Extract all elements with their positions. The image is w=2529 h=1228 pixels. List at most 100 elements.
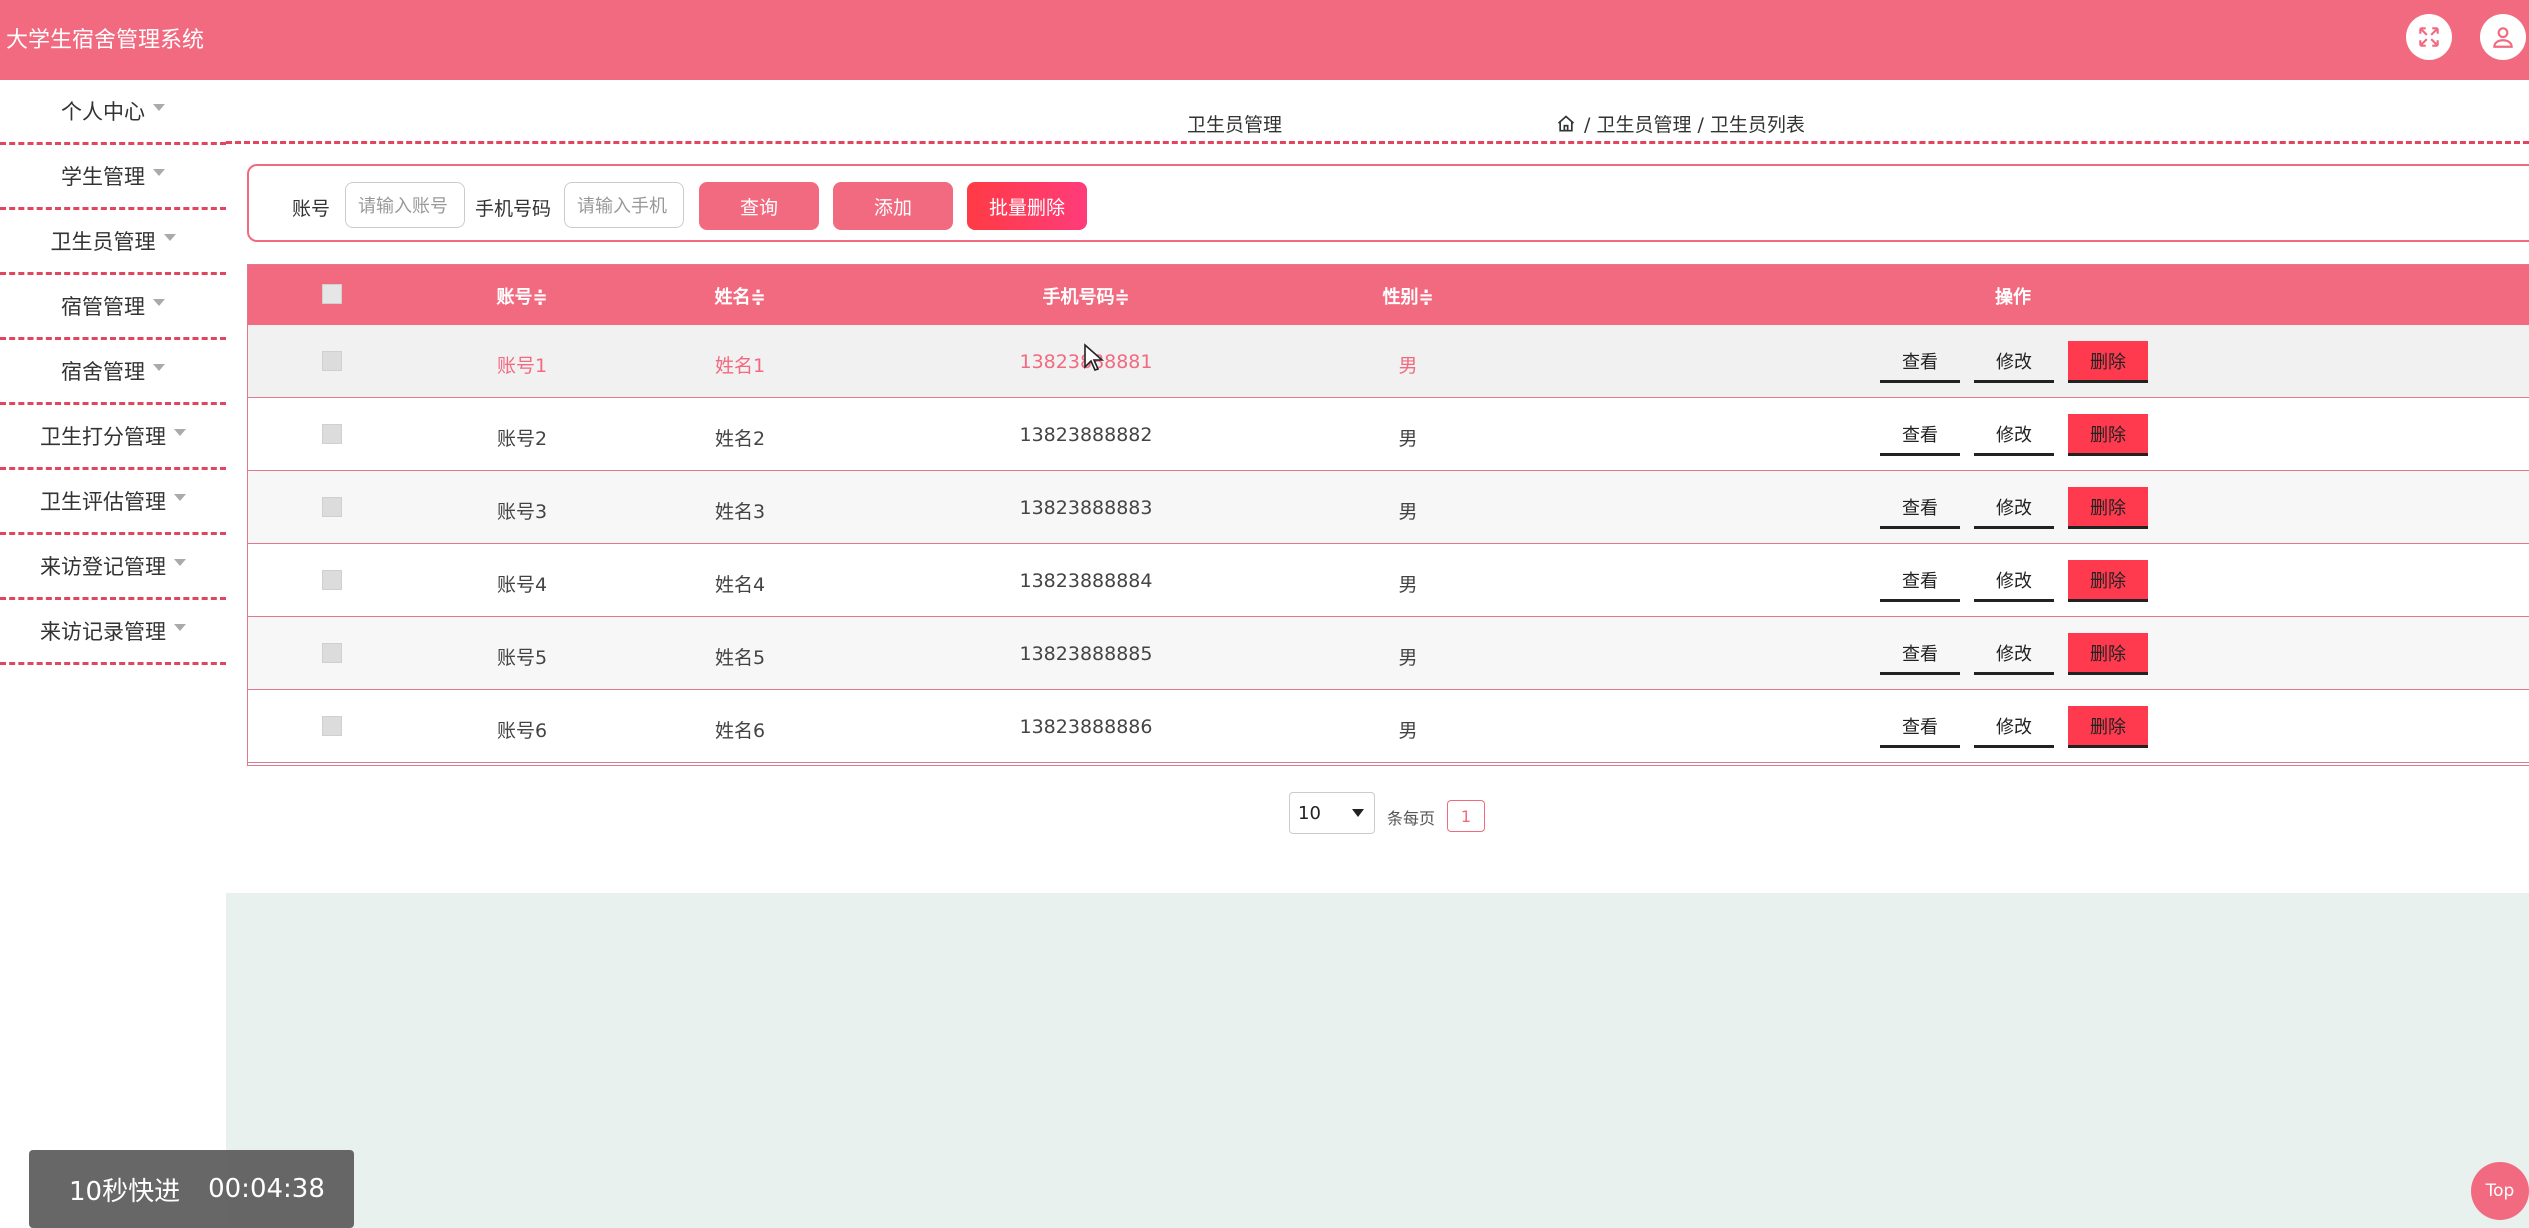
search-form: 账号 请输入账号 手机号码 请输入手机 查询 添加 批量删除 bbox=[247, 164, 2529, 242]
table-row[interactable]: 账号1 姓名1 13823888881 男 查看 修改 删除 bbox=[248, 325, 2529, 398]
cell-account: 账号1 bbox=[496, 355, 548, 377]
add-button[interactable]: 添加 bbox=[833, 182, 953, 230]
page-title: 卫生员管理 bbox=[1187, 114, 1283, 136]
table-row[interactable]: 账号4 姓名4 13823888884 男 查看 修改 删除 bbox=[248, 544, 2529, 617]
chevron-down-icon bbox=[1352, 809, 1364, 817]
edit-button[interactable]: 修改 bbox=[1974, 706, 2054, 748]
edit-button[interactable]: 修改 bbox=[1974, 414, 2054, 456]
cell-name: 姓名5 bbox=[714, 647, 766, 669]
row-checkbox[interactable] bbox=[322, 497, 342, 517]
edit-button[interactable]: 修改 bbox=[1974, 341, 2054, 383]
phone-input[interactable]: 请输入手机 bbox=[564, 182, 684, 228]
edit-button[interactable]: 修改 bbox=[1974, 560, 2054, 602]
cell-account: 账号5 bbox=[496, 647, 548, 669]
cell-gender: 男 bbox=[1398, 574, 1418, 596]
sidebar-item-label: 来访记录管理 bbox=[40, 620, 166, 644]
cell-phone: 13823888884 bbox=[1019, 570, 1153, 592]
sidebar-item-label: 学生管理 bbox=[61, 165, 145, 189]
view-button[interactable]: 查看 bbox=[1880, 706, 1960, 748]
row-checkbox[interactable] bbox=[322, 424, 342, 444]
delete-button[interactable]: 删除 bbox=[2068, 341, 2148, 383]
query-button[interactable]: 查询 bbox=[699, 182, 819, 230]
column-header-gender[interactable]: 性别≑ bbox=[1382, 283, 1433, 309]
delete-button[interactable]: 删除 bbox=[2068, 706, 2148, 748]
sidebar-item-visitor-records[interactable]: 来访记录管理 bbox=[0, 600, 226, 665]
per-page-label: 条每页 bbox=[1387, 809, 1436, 828]
caret-down-icon bbox=[153, 168, 165, 176]
account-input[interactable]: 请输入账号 bbox=[345, 182, 465, 228]
cell-phone: 13823888883 bbox=[1019, 497, 1153, 519]
home-icon[interactable] bbox=[1556, 114, 1576, 134]
breadcrumb: / 卫生员管理 / 卫生员列表 bbox=[1556, 110, 1805, 137]
sidebar-item-hygiene-evaluation[interactable]: 卫生评估管理 bbox=[0, 470, 226, 535]
phone-label: 手机号码 bbox=[475, 198, 552, 220]
cell-name: 姓名2 bbox=[714, 428, 766, 450]
cell-phone: 13823888885 bbox=[1019, 643, 1153, 665]
sidebar-item-sanitation-staff[interactable]: 卫生员管理 bbox=[0, 210, 226, 275]
table-row[interactable]: 账号5 姓名5 13823888885 男 查看 修改 删除 bbox=[248, 617, 2529, 690]
edit-button[interactable]: 修改 bbox=[1974, 633, 2054, 675]
sidebar-item-hygiene-scoring[interactable]: 卫生打分管理 bbox=[0, 405, 226, 470]
view-button[interactable]: 查看 bbox=[1880, 633, 1960, 675]
view-button[interactable]: 查看 bbox=[1880, 341, 1960, 383]
sidebar-item-visitor-registration[interactable]: 来访登记管理 bbox=[0, 535, 226, 600]
cell-name: 姓名3 bbox=[714, 501, 766, 523]
row-checkbox[interactable] bbox=[322, 643, 342, 663]
cell-account: 账号3 bbox=[496, 501, 548, 523]
select-all-checkbox[interactable] bbox=[322, 284, 342, 304]
sidebar-item-personal-center[interactable]: 个人中心 bbox=[0, 80, 226, 145]
caret-down-icon bbox=[153, 103, 165, 111]
playback-time: 00:04:38 bbox=[208, 1174, 325, 1204]
column-header-actions: 操作 bbox=[1995, 287, 2031, 308]
page-size-select[interactable]: 10 bbox=[1289, 792, 1375, 834]
fullscreen-button[interactable] bbox=[2406, 14, 2452, 60]
sidebar-item-label: 宿舍管理 bbox=[61, 360, 145, 384]
table-row[interactable]: 账号6 姓名6 13823888886 男 查看 修改 删除 bbox=[248, 690, 2529, 763]
delete-button[interactable]: 删除 bbox=[2068, 633, 2148, 675]
user-button[interactable] bbox=[2480, 14, 2526, 60]
table-row[interactable]: 账号2 姓名2 13823888882 男 查看 修改 删除 bbox=[248, 398, 2529, 471]
view-button[interactable]: 查看 bbox=[1880, 487, 1960, 529]
column-header-account[interactable]: 账号≑ bbox=[496, 283, 547, 309]
cell-phone: 13823888882 bbox=[1019, 424, 1153, 446]
column-header-phone[interactable]: 手机号码≑ bbox=[1042, 283, 1129, 309]
cell-account: 账号2 bbox=[496, 428, 548, 450]
page-number-button[interactable]: 1 bbox=[1447, 800, 1485, 832]
cell-name: 姓名6 bbox=[714, 720, 766, 742]
sidebar-item-students[interactable]: 学生管理 bbox=[0, 145, 226, 210]
sidebar-item-label: 宿管管理 bbox=[61, 295, 145, 319]
row-checkbox[interactable] bbox=[322, 716, 342, 736]
cell-phone: 13823888886 bbox=[1019, 716, 1153, 738]
delete-button[interactable]: 删除 bbox=[2068, 414, 2148, 456]
delete-button[interactable]: 删除 bbox=[2068, 560, 2148, 602]
cell-account: 账号6 bbox=[496, 720, 548, 742]
back-to-top-button[interactable]: Top bbox=[2471, 1162, 2529, 1220]
table-header: 账号≑ 姓名≑ 手机号码≑ 性别≑ 操作 bbox=[248, 265, 2529, 325]
sidebar-item-dorms[interactable]: 宿舍管理 bbox=[0, 340, 226, 405]
edit-button[interactable]: 修改 bbox=[1974, 487, 2054, 529]
view-button[interactable]: 查看 bbox=[1880, 560, 1960, 602]
app-title: 大学生宿舍管理系统 bbox=[6, 28, 205, 53]
breadcrumb-bar: 卫生员管理 / 卫生员管理 / 卫生员列表 bbox=[226, 80, 2529, 144]
sidebar-item-label: 卫生评估管理 bbox=[40, 490, 166, 514]
cell-gender: 男 bbox=[1398, 501, 1418, 523]
top-header: 大学生宿舍管理系统 bbox=[0, 0, 2529, 80]
playback-overlay: 10秒快进 00:04:38 bbox=[29, 1150, 354, 1228]
mouse-cursor-icon bbox=[1084, 343, 1105, 371]
batch-delete-button[interactable]: 批量删除 bbox=[967, 182, 1087, 230]
caret-down-icon bbox=[153, 363, 165, 371]
sidebar-item-label: 来访登记管理 bbox=[40, 555, 166, 579]
table-row[interactable]: 账号3 姓名3 13823888883 男 查看 修改 删除 bbox=[248, 471, 2529, 544]
cell-gender: 男 bbox=[1398, 647, 1418, 669]
cell-gender: 男 bbox=[1398, 355, 1418, 377]
column-header-name[interactable]: 姓名≑ bbox=[714, 283, 765, 309]
caret-down-icon bbox=[153, 298, 165, 306]
sidebar-item-dorm-managers[interactable]: 宿管管理 bbox=[0, 275, 226, 340]
row-checkbox[interactable] bbox=[322, 351, 342, 371]
row-checkbox[interactable] bbox=[322, 570, 342, 590]
cell-gender: 男 bbox=[1398, 720, 1418, 742]
sidebar-item-label: 个人中心 bbox=[61, 100, 145, 124]
fast-forward-label[interactable]: 10秒快进 bbox=[69, 1171, 180, 1208]
view-button[interactable]: 查看 bbox=[1880, 414, 1960, 456]
delete-button[interactable]: 删除 bbox=[2068, 487, 2148, 529]
